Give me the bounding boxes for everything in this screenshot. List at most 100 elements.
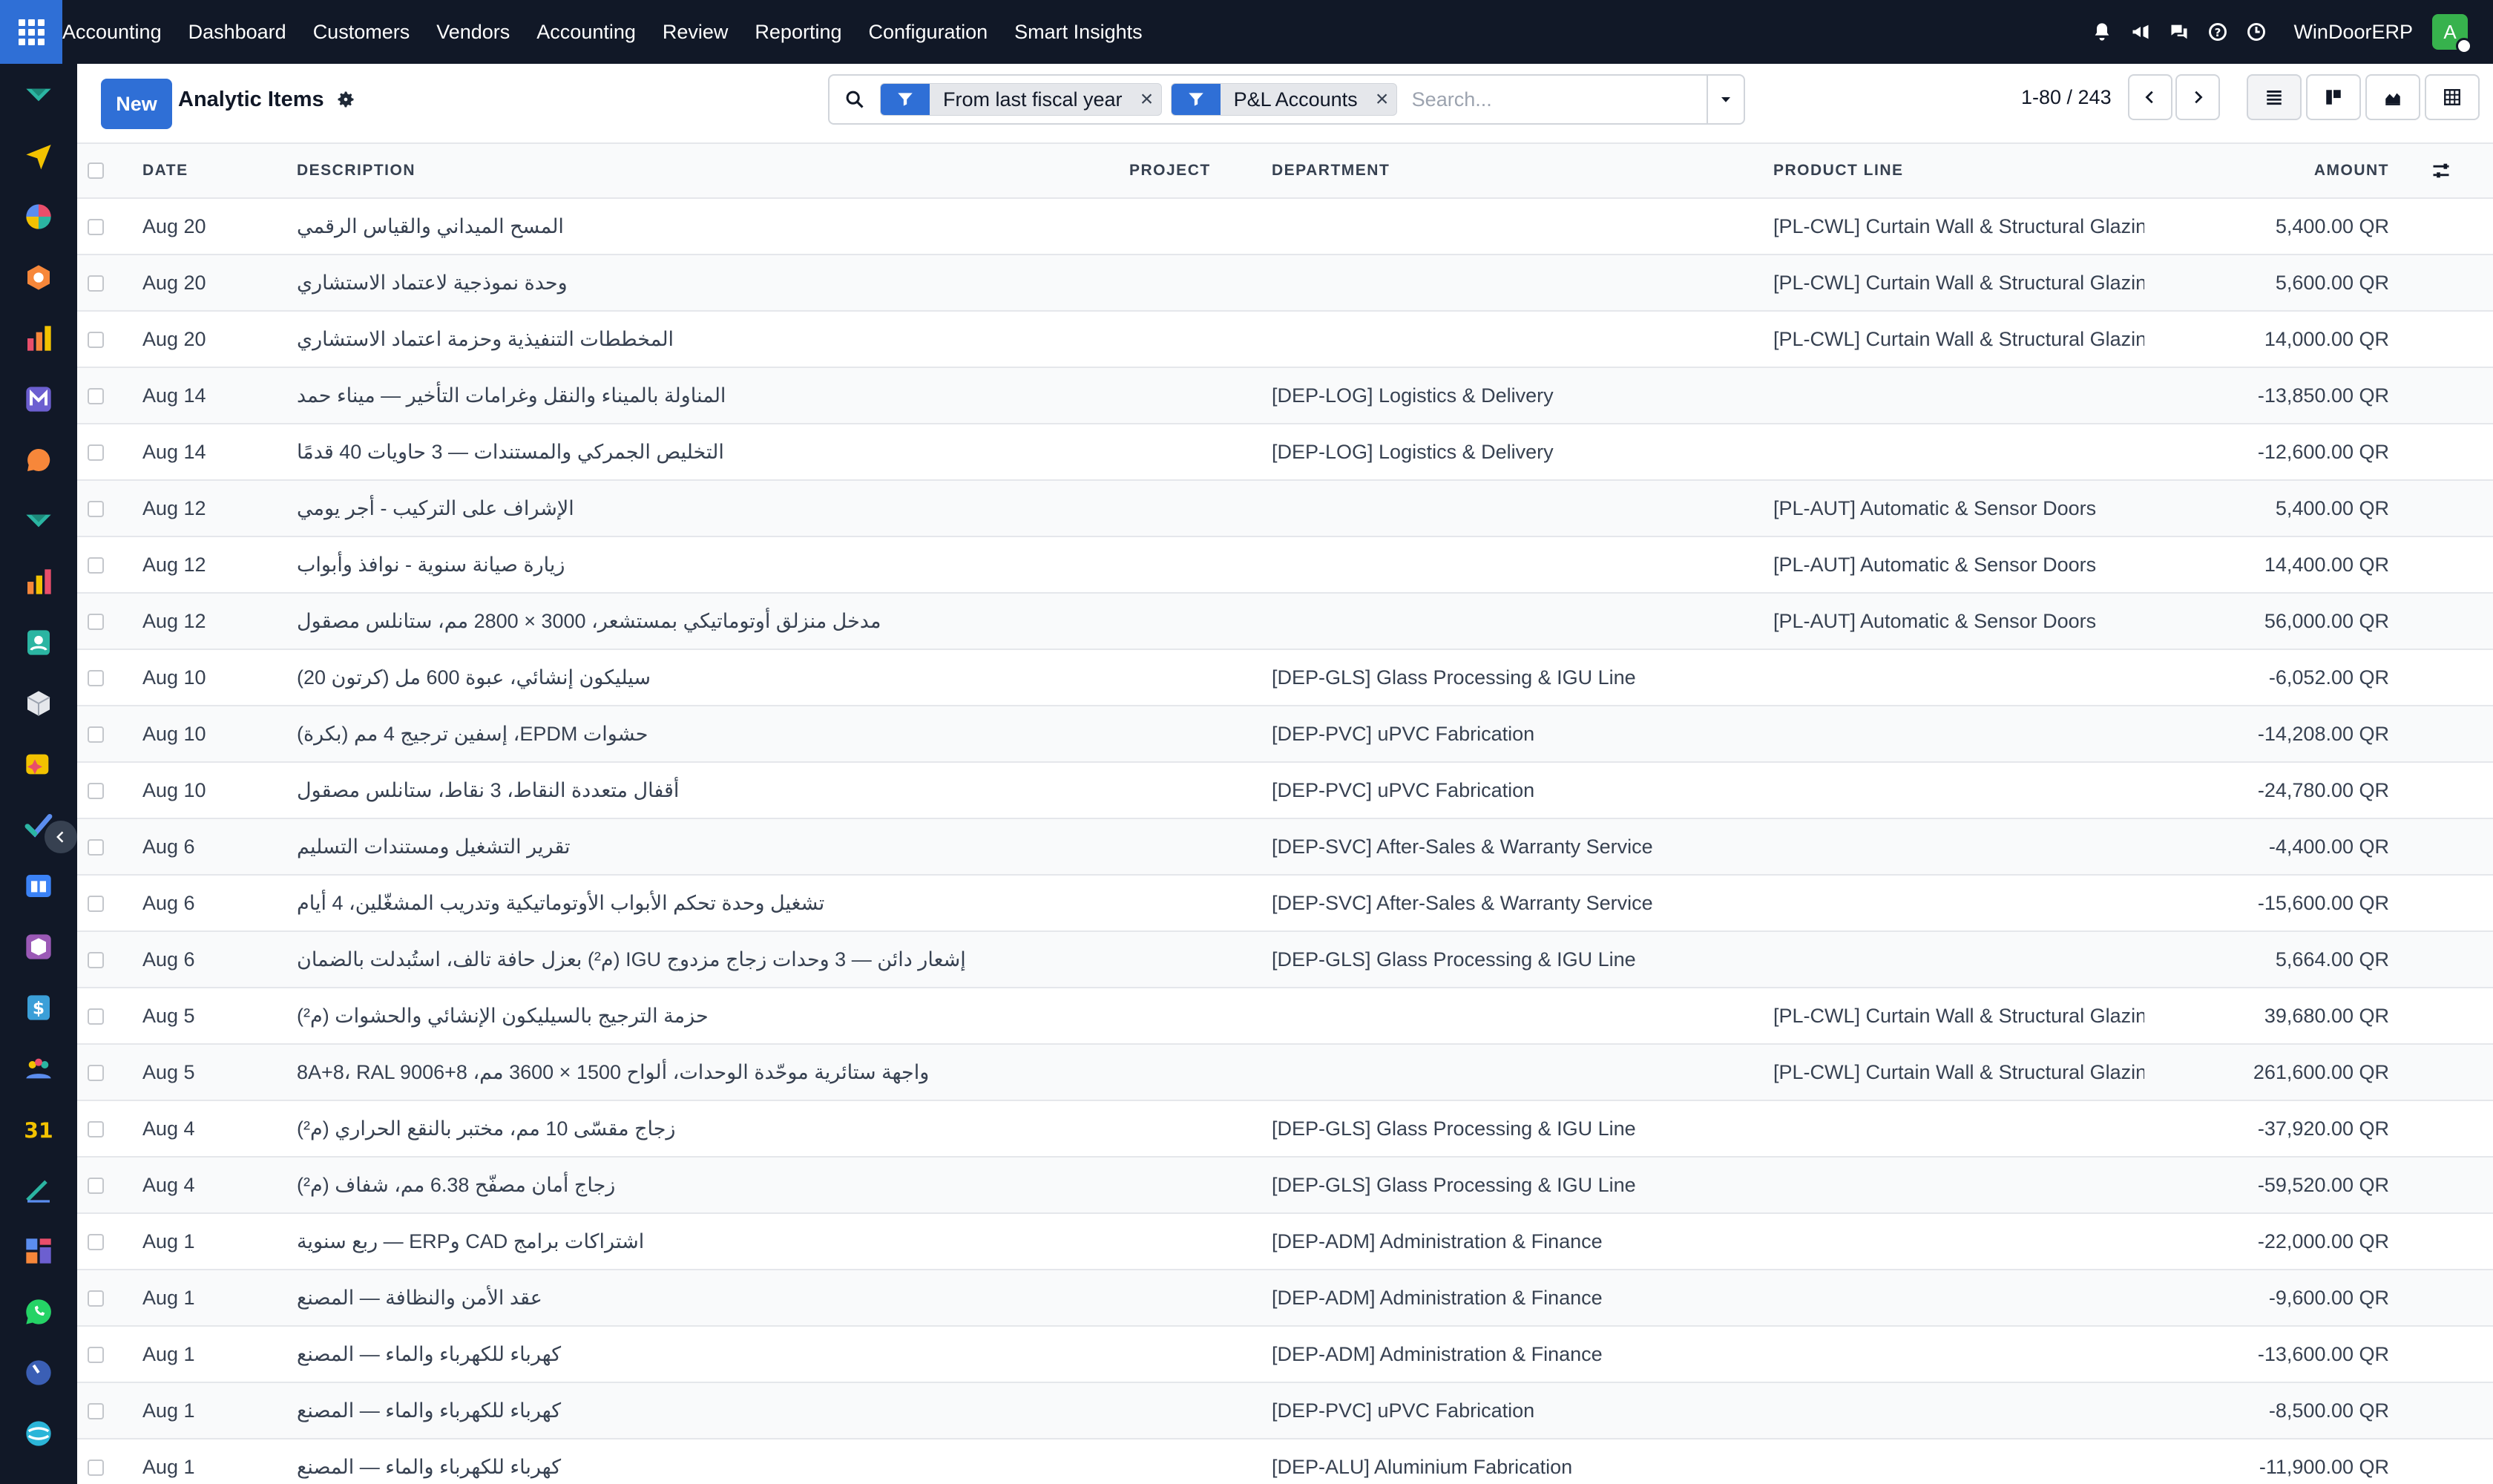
table-row[interactable]: Aug 4 زجاج أمان مصفّح 6.38 مم، شفاف (م²) [… [77, 1157, 2493, 1213]
bar-chart-icon[interactable] [22, 565, 55, 598]
search-input[interactable] [1405, 77, 1707, 122]
chat-icon[interactable] [2167, 20, 2191, 44]
new-button[interactable]: New [101, 79, 172, 129]
menu-item-reporting[interactable]: Reporting [741, 0, 855, 64]
column-header-project[interactable]: Project [1129, 143, 1272, 198]
menu-item-customers[interactable]: Customers [300, 0, 424, 64]
close-icon[interactable]: × [1133, 84, 1161, 115]
graph-view-button[interactable] [2365, 74, 2420, 120]
table-row[interactable]: Aug 6 تشغيل وحدة تحكم الأبواب الأوتوماتيك… [77, 875, 2493, 931]
mail-app-icon[interactable] [22, 383, 55, 416]
table-row[interactable]: Aug 14 التخليص الجمركي والمستندات — 3 حاو… [77, 424, 2493, 480]
chat-bubble-icon[interactable] [22, 444, 55, 476]
row-checkbox[interactable] [77, 1213, 142, 1270]
pager-next-button[interactable] [2175, 74, 2220, 120]
column-header-department[interactable]: Department [1272, 143, 1773, 198]
menu-item-review[interactable]: Review [649, 0, 742, 64]
table-row[interactable]: Aug 5 حزمة الترجيج بالسيليكون الإنشائي وا… [77, 988, 2493, 1044]
table-row[interactable]: Aug 1 اشتراكات برامج CAD وERP — ربع سنوية… [77, 1213, 2493, 1270]
row-checkbox[interactable] [77, 1382, 142, 1439]
table-row[interactable]: Aug 6 تقرير التشغيل ومستندات التسليم [DEP-… [77, 818, 2493, 875]
search-icon[interactable] [830, 76, 880, 123]
app-switcher-button[interactable] [0, 0, 62, 64]
table-row[interactable]: Aug 1 كهرباء للكهرباء والماء — المصنع [DEP… [77, 1439, 2493, 1484]
row-checkbox[interactable] [77, 424, 142, 480]
row-checkbox[interactable] [77, 706, 142, 762]
vendor-bill-icon[interactable] [22, 79, 55, 111]
table-row[interactable]: Aug 4 زجاج مقسّى 10 مم، مختبر بالنقع الحر… [77, 1100, 2493, 1157]
table-row[interactable]: Aug 12 مدخل منزلق أوتوماتيكي بمستشعر، 300… [77, 593, 2493, 649]
sparkle-icon[interactable] [22, 748, 55, 781]
menu-item-dashboard[interactable]: Dashboard [175, 0, 300, 64]
dashboard-icon[interactable] [22, 1235, 55, 1267]
row-checkbox[interactable] [77, 1044, 142, 1100]
people-icon[interactable] [22, 1052, 55, 1085]
table-row[interactable]: Aug 1 عقد الأمن والنظافة — المصنع [DEP-ADM… [77, 1270, 2493, 1326]
gear-icon[interactable] [335, 89, 359, 113]
table-row[interactable]: Aug 5 واجهة ستائرية موحّدة الوحدات، ألواح… [77, 1044, 2493, 1100]
column-header-amount[interactable]: Amount [2144, 143, 2389, 198]
search-facet[interactable]: P&L Accounts × [1170, 83, 1397, 116]
send-icon[interactable] [22, 139, 55, 172]
menu-brand[interactable]: Accounting [62, 0, 175, 64]
vendor-bill-icon[interactable] [22, 505, 55, 537]
kanban-view-button[interactable] [2306, 74, 2361, 120]
row-checkbox[interactable] [77, 818, 142, 875]
sidebar-collapse-button[interactable] [45, 821, 77, 853]
table-row[interactable]: Aug 20 المخططات التنفيذية وحزمة اعتماد ال… [77, 311, 2493, 367]
row-checkbox[interactable] [77, 762, 142, 818]
row-checkbox[interactable] [77, 1157, 142, 1213]
row-checkbox[interactable] [77, 1439, 142, 1484]
whatsapp-icon[interactable] [22, 1296, 55, 1328]
book-icon[interactable] [22, 870, 55, 902]
search-facet[interactable]: From last fiscal year × [880, 83, 1162, 116]
column-header-product-line[interactable]: Product Line [1773, 143, 2144, 198]
swirl-icon[interactable] [22, 1417, 55, 1450]
row-checkbox[interactable] [77, 367, 142, 424]
table-row[interactable]: Aug 20 وحدة نموذجية لاعتماد الاستشاري [PL-… [77, 255, 2493, 311]
dollar-icon[interactable]: $ [22, 991, 55, 1024]
row-checkbox[interactable] [77, 988, 142, 1044]
column-header-description[interactable]: Description [297, 143, 1129, 198]
row-checkbox[interactable] [77, 311, 142, 367]
table-row[interactable]: Aug 10 حشوات EPDM، إسفين ترجيج 4 مم (بكرة… [77, 706, 2493, 762]
sign-icon[interactable] [22, 1174, 55, 1206]
pivot-view-button[interactable] [2425, 74, 2480, 120]
calendar-31-icon[interactable]: 31 [22, 1113, 55, 1146]
row-checkbox[interactable] [77, 198, 142, 255]
box-icon[interactable] [22, 687, 55, 720]
clock-icon[interactable] [2244, 20, 2268, 44]
row-checkbox[interactable] [77, 480, 142, 536]
table-row[interactable]: Aug 10 سيليكون إنشائي، عبوة 600 مل (كرتون… [77, 649, 2493, 706]
company-name[interactable]: WinDoorERP [2293, 21, 2413, 44]
table-row[interactable]: Aug 6 إشعار دائن — 3 وحدات زجاج مزدوج IGU… [77, 931, 2493, 988]
bell-icon[interactable] [2090, 20, 2114, 44]
table-row[interactable]: Aug 1 كهرباء للكهرباء والماء — المصنع [DEP… [77, 1326, 2493, 1382]
list-view-button[interactable] [2247, 74, 2302, 120]
table-row[interactable]: Aug 1 كهرباء للكهرباء والماء — المصنع [DEP… [77, 1382, 2493, 1439]
row-checkbox[interactable] [77, 593, 142, 649]
menu-item-configuration[interactable]: Configuration [855, 0, 1002, 64]
close-icon[interactable]: × [1368, 84, 1396, 115]
column-header-date[interactable]: Date [142, 143, 297, 198]
row-checkbox[interactable] [77, 1100, 142, 1157]
contact-card-icon[interactable] [22, 626, 55, 659]
menu-item-accounting[interactable]: Accounting [523, 0, 649, 64]
timer-icon[interactable] [22, 1356, 55, 1389]
row-checkbox[interactable] [77, 875, 142, 931]
pie-chart-icon[interactable] [22, 200, 55, 233]
pager-value[interactable]: 1-80 / 243 [2021, 86, 2112, 109]
avatar[interactable]: A [2432, 14, 2472, 54]
row-checkbox[interactable] [77, 536, 142, 593]
table-row[interactable]: Aug 14 المناولة بالميناء والنقل وغرامات ا… [77, 367, 2493, 424]
search-options-toggle[interactable] [1707, 76, 1744, 123]
row-checkbox[interactable] [77, 255, 142, 311]
menu-item-vendors[interactable]: Vendors [423, 0, 523, 64]
table-row[interactable]: Aug 20 المسح الميداني والقياس الرقمي [PL-C… [77, 198, 2493, 255]
row-checkbox[interactable] [77, 931, 142, 988]
row-checkbox[interactable] [77, 1326, 142, 1382]
row-checkbox[interactable] [77, 1270, 142, 1326]
optional-columns-toggle[interactable] [2389, 143, 2493, 198]
cube-icon[interactable] [22, 261, 55, 294]
bar-chart-icon[interactable] [22, 322, 55, 355]
